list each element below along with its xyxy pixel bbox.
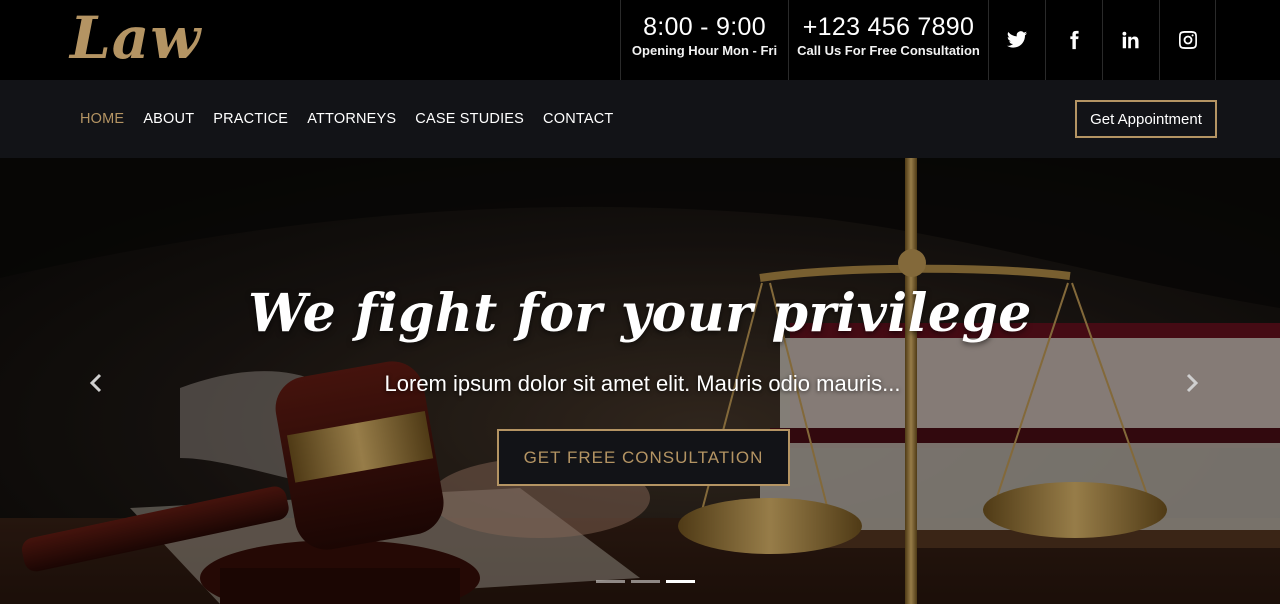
carousel-indicator-1[interactable] <box>596 580 625 583</box>
nav-attorneys[interactable]: ATTORNEYS <box>307 111 396 127</box>
chevron-right-icon <box>1186 373 1199 393</box>
nav-about[interactable]: ABOUT <box>143 111 194 127</box>
phone-contact: +123 456 7890 Call Us For Free Consultat… <box>788 0 988 80</box>
nav-case-studies[interactable]: CASE STUDIES <box>415 111 524 127</box>
opening-hours-label: Opening Hour Mon - Fri <box>631 43 778 58</box>
phone-number[interactable]: +123 456 7890 <box>789 13 988 41</box>
get-appointment-button[interactable]: Get Appointment <box>1075 100 1217 138</box>
nav-practice[interactable]: PRACTICE <box>213 111 288 127</box>
phone-label: Call Us For Free Consultation <box>797 43 980 58</box>
facebook-link[interactable] <box>1045 0 1102 80</box>
main-navbar: HOME ABOUT PRACTICE ATTORNEYS CASE STUDI… <box>0 80 1280 158</box>
facebook-icon <box>1070 30 1079 50</box>
instagram-link[interactable] <box>1159 0 1216 80</box>
chevron-left-icon <box>89 373 102 393</box>
carousel-indicator-3[interactable] <box>666 580 695 583</box>
carousel-next-button[interactable] <box>1180 371 1204 395</box>
hero-carousel: We fight for your privilege Lorem ipsum … <box>0 158 1280 604</box>
opening-hours: 8:00 - 9:00 Opening Hour Mon - Fri <box>620 0 788 80</box>
main-nav: HOME ABOUT PRACTICE ATTORNEYS CASE STUDI… <box>80 80 613 158</box>
twitter-link[interactable] <box>988 0 1045 80</box>
instagram-icon <box>1178 31 1197 49</box>
logo[interactable]: Law <box>70 4 201 72</box>
get-free-consultation-button[interactable]: GET FREE CONSULTATION <box>497 429 790 486</box>
nav-contact[interactable]: CONTACT <box>543 111 613 127</box>
opening-hours-time: 8:00 - 9:00 <box>643 13 766 41</box>
top-bar: Law 8:00 - 9:00 Opening Hour Mon - Fri +… <box>0 0 1280 80</box>
carousel-prev-button[interactable] <box>84 371 108 395</box>
linkedin-icon <box>1122 31 1139 49</box>
carousel-indicators <box>596 580 695 583</box>
linkedin-link[interactable] <box>1102 0 1159 80</box>
nav-home[interactable]: HOME <box>80 111 124 127</box>
hero-headline: We fight for your privilege <box>248 283 1032 344</box>
twitter-icon <box>1006 31 1028 48</box>
hero-subline: Lorem ipsum dolor sit amet elit. Mauris … <box>384 371 901 396</box>
carousel-indicator-2[interactable] <box>631 580 660 583</box>
